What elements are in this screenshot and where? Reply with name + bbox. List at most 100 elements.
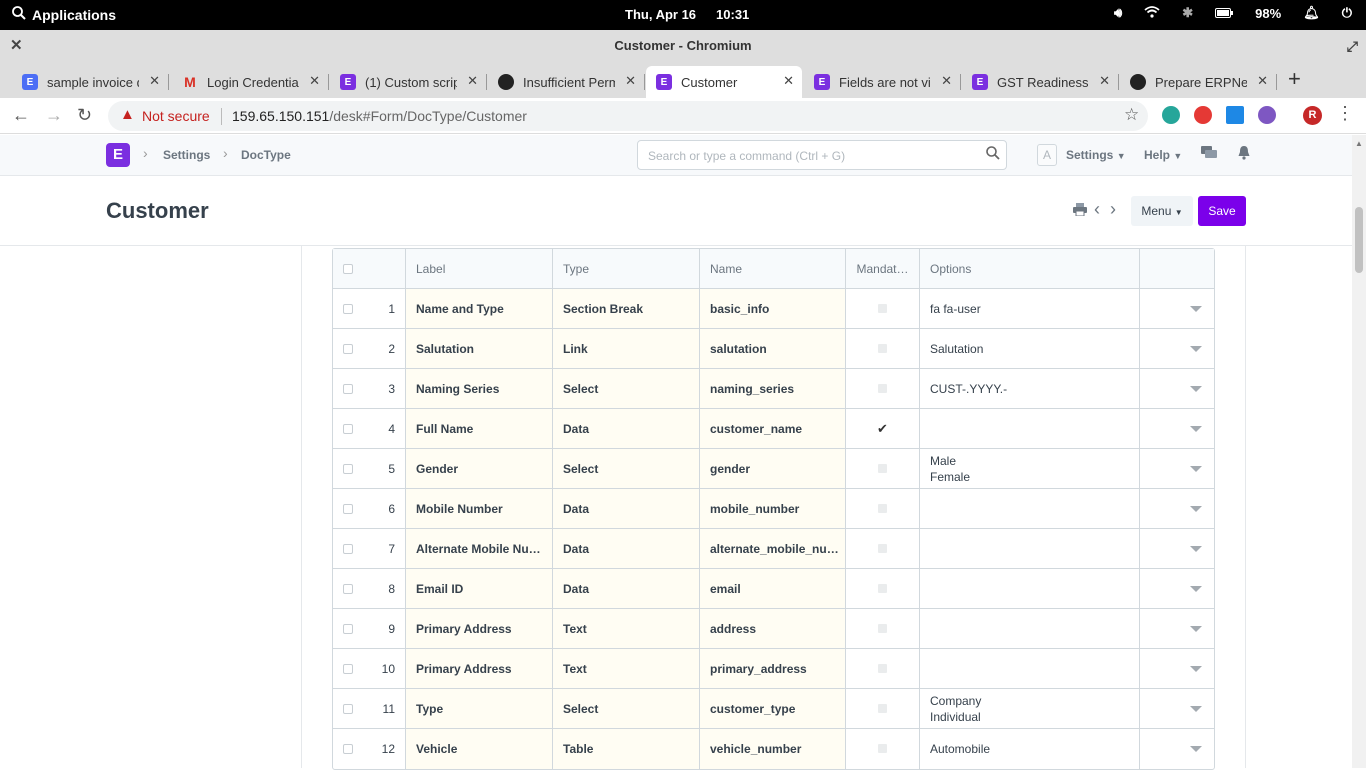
table-row[interactable]: 10 Primary Address Text primary_address [333,649,1214,689]
breadcrumb-settings[interactable]: Settings [163,148,210,162]
field-mandatory-cell[interactable] [846,369,920,408]
tab-close-icon[interactable]: ✕ [625,73,636,89]
table-row[interactable]: 12 Vehicle Table vehicle_number Automobile [333,729,1214,769]
field-name-cell[interactable]: salutation [700,329,846,368]
system-tray[interactable]: 🔊︎ ✱ 98% 🔔︎ ⏻ [1114,5,1352,21]
field-name-cell[interactable]: alternate_mobile_nu… [700,529,846,568]
table-row[interactable]: 8 Email ID Data email [333,569,1214,609]
field-label-cell[interactable]: Primary Address [406,649,553,688]
field-type-cell[interactable]: Data [553,569,700,608]
field-mandatory-cell[interactable] [846,529,920,568]
row-expand-caret-icon[interactable] [1190,746,1202,752]
field-options-cell[interactable]: Company Individual [920,689,1140,728]
field-mandatory-cell[interactable] [846,449,920,488]
field-name-cell[interactable]: mobile_number [700,489,846,528]
field-options-cell[interactable] [920,489,1140,528]
table-row[interactable]: 11 Type Select customer_type Company Individu… [333,689,1214,729]
field-mandatory-cell[interactable] [846,569,920,608]
field-type-cell[interactable]: Table [553,729,700,769]
browser-menu-icon[interactable]: ⋮ [1336,104,1354,122]
reload-icon[interactable]: ↻ [77,105,92,126]
browser-tab[interactable]: M Login Credential ✕ [172,66,329,98]
warning-icon[interactable]: ▲ [120,106,135,123]
power-icon[interactable]: ⏻ [1342,5,1352,21]
extension-icon[interactable] [1162,106,1180,124]
mandatory-checkbox[interactable] [878,384,887,393]
field-label-cell[interactable]: Vehicle [406,729,553,769]
tab-close-icon[interactable]: ✕ [941,73,952,89]
table-row[interactable]: 9 Primary Address Text address [333,609,1214,649]
row-checkbox[interactable] [343,344,353,354]
mandatory-checkbox[interactable] [878,584,887,593]
mandatory-checkbox[interactable] [878,744,887,753]
bookmark-star-icon[interactable]: ☆ [1124,105,1139,125]
mandatory-checkbox[interactable] [878,464,887,473]
mandatory-checkbox[interactable] [878,304,887,313]
field-label-cell[interactable]: Alternate Mobile Nu… [406,529,553,568]
field-label-cell[interactable]: Mobile Number [406,489,553,528]
table-row[interactable]: 6 Mobile Number Data mobile_number [333,489,1214,529]
field-name-cell[interactable]: address [700,609,846,648]
scroll-up-icon[interactable]: ▲ [1355,139,1363,148]
field-mandatory-cell[interactable]: ✔ [846,409,920,448]
field-label-cell[interactable]: Salutation [406,329,553,368]
field-name-cell[interactable]: vehicle_number [700,729,846,769]
awesome-bar-search[interactable]: Search or type a command (Ctrl + G) [637,140,1007,170]
browser-tab[interactable]: Insufficient Perm ✕ [488,66,645,98]
field-options-cell[interactable] [920,409,1140,448]
app-logo[interactable]: E [106,143,130,167]
field-mandatory-cell[interactable] [846,289,920,328]
row-expand-caret-icon[interactable] [1190,546,1202,552]
mandatory-checkbox[interactable] [878,504,887,513]
security-label[interactable]: Not secure [142,108,210,124]
tab-close-icon[interactable]: ✕ [783,73,794,89]
field-options-cell[interactable]: Male Female [920,449,1140,488]
forward-icon[interactable]: → [45,105,63,126]
field-type-cell[interactable]: Link [553,329,700,368]
help-dropdown[interactable]: Help ▼ [1144,148,1182,162]
table-row[interactable]: 4 Full Name Data customer_name ✔ [333,409,1214,449]
row-expand-caret-icon[interactable] [1190,506,1202,512]
row-expand-caret-icon[interactable] [1190,466,1202,472]
field-label-cell[interactable]: Primary Address [406,609,553,648]
field-label-cell[interactable]: Type [406,689,553,728]
row-checkbox[interactable] [343,504,353,514]
row-expand-caret-icon[interactable] [1190,306,1202,312]
field-mandatory-cell[interactable] [846,329,920,368]
field-type-cell[interactable]: Text [553,609,700,648]
tab-close-icon[interactable]: ✕ [309,73,320,89]
field-label-cell[interactable]: Email ID [406,569,553,608]
browser-tab[interactable]: E (1) Custom script ✕ [330,66,487,98]
back-icon[interactable]: ← [12,105,30,126]
tab-close-icon[interactable]: ✕ [1257,73,1268,89]
previous-record-icon[interactable]: ‹ [1094,199,1100,220]
print-icon[interactable] [1073,203,1087,219]
row-checkbox[interactable] [343,744,353,754]
row-checkbox[interactable] [343,464,353,474]
bluetooth-icon[interactable]: ✱ [1182,5,1193,21]
table-row[interactable]: 3 Naming Series Select naming_series CUST-.Y… [333,369,1214,409]
row-expand-caret-icon[interactable] [1190,386,1202,392]
notification-bell-icon[interactable]: 🔔︎ [1303,5,1320,21]
field-type-cell[interactable]: Data [553,489,700,528]
tab-close-icon[interactable]: ✕ [1099,73,1110,89]
field-options-cell[interactable]: fa fa-user [920,289,1140,328]
field-name-cell[interactable]: primary_address [700,649,846,688]
table-row[interactable]: 2 Salutation Link salutation Salutation [333,329,1214,369]
browser-tab[interactable]: E GST Readiness In ✕ [962,66,1119,98]
table-row[interactable]: 5 Gender Select gender Male Female [333,449,1214,489]
field-mandatory-cell[interactable] [846,689,920,728]
field-name-cell[interactable]: basic_info [700,289,846,328]
field-options-cell[interactable] [920,569,1140,608]
new-tab-button[interactable]: + [1288,66,1301,92]
row-checkbox[interactable] [343,584,353,594]
field-type-cell[interactable]: Text [553,649,700,688]
row-expand-caret-icon[interactable] [1190,586,1202,592]
clock[interactable]: Thu, Apr 16 10:31 [625,7,749,22]
field-name-cell[interactable]: customer_type [700,689,846,728]
field-mandatory-cell[interactable] [846,649,920,688]
table-row[interactable]: 7 Alternate Mobile Nu… Data alternate_mobil… [333,529,1214,569]
field-options-cell[interactable] [920,529,1140,568]
chat-icon[interactable] [1201,146,1217,163]
browser-tab[interactable]: Prepare ERPNext ✕ [1120,66,1277,98]
